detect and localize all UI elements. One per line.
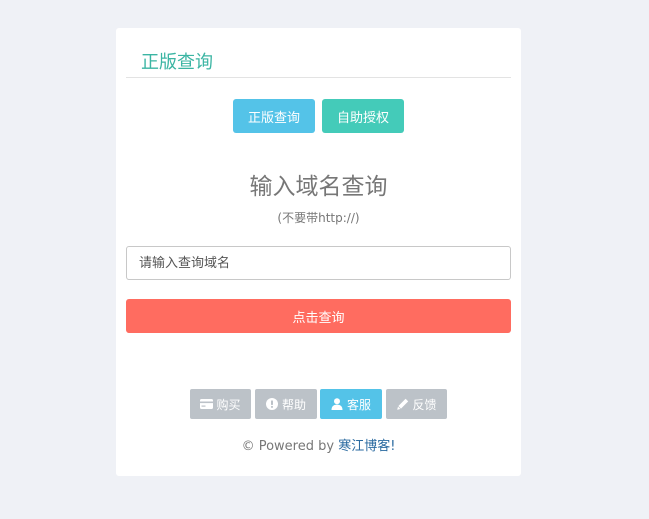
query-card: 正版查询 正版查询 自助授权 输入域名查询 (不要带http://) 点击查询 … bbox=[116, 28, 521, 476]
card-title: 正版查询 bbox=[141, 52, 213, 73]
buy-button[interactable]: 购买 bbox=[190, 389, 251, 419]
customer-service-button[interactable]: 客服 bbox=[320, 389, 382, 419]
query-hint: (不要带http://) bbox=[277, 211, 360, 225]
help-button[interactable]: 帮助 bbox=[255, 389, 317, 419]
footer: © Powered by 寒江博客! bbox=[116, 438, 521, 456]
service-label: 客服 bbox=[346, 397, 371, 412]
self-authorize-button[interactable]: 自助授权 bbox=[322, 99, 404, 133]
buy-label: 购买 bbox=[216, 397, 241, 412]
domain-input[interactable] bbox=[126, 246, 511, 280]
feedback-button[interactable]: 反馈 bbox=[386, 389, 447, 419]
genuine-query-button[interactable]: 正版查询 bbox=[233, 99, 315, 133]
user-icon bbox=[331, 398, 344, 411]
pencil-icon bbox=[396, 398, 409, 411]
card-header: 正版查询 bbox=[126, 28, 511, 78]
query-heading: 输入域名查询 bbox=[249, 174, 388, 200]
blog-link[interactable]: 寒江博客! bbox=[338, 439, 395, 454]
exclamation-circle-icon bbox=[266, 398, 279, 411]
help-label: 帮助 bbox=[281, 397, 306, 412]
credit-card-icon bbox=[200, 398, 214, 411]
submit-query-button[interactable]: 点击查询 bbox=[126, 299, 511, 333]
footer-prefix: © Powered by bbox=[241, 439, 339, 454]
feedback-label: 反馈 bbox=[412, 397, 437, 412]
